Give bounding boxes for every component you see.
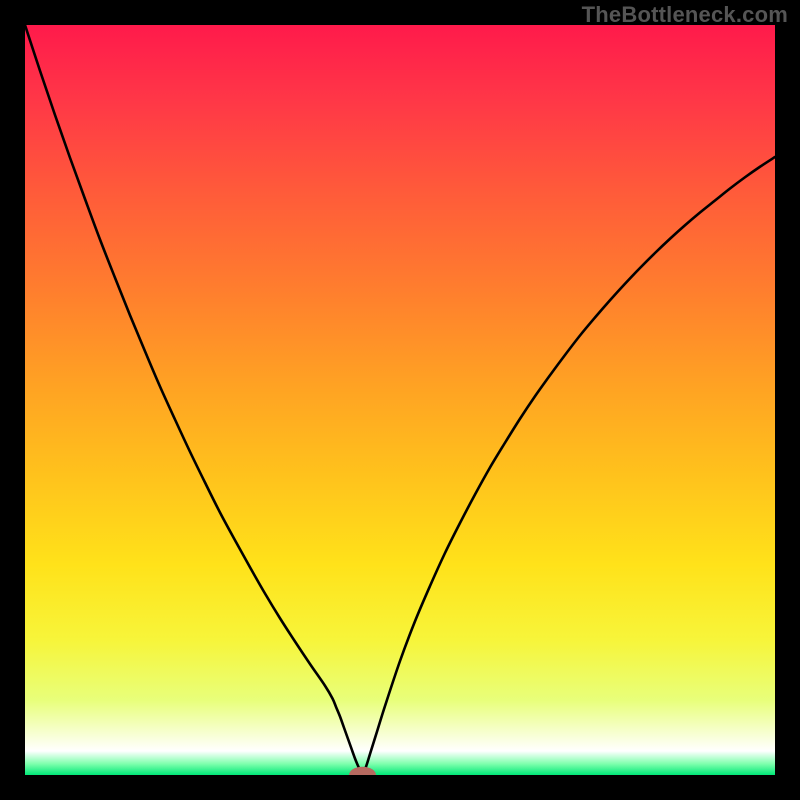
plot-area bbox=[25, 25, 775, 775]
plot-svg bbox=[25, 25, 775, 775]
chart-frame: TheBottleneck.com bbox=[0, 0, 800, 800]
